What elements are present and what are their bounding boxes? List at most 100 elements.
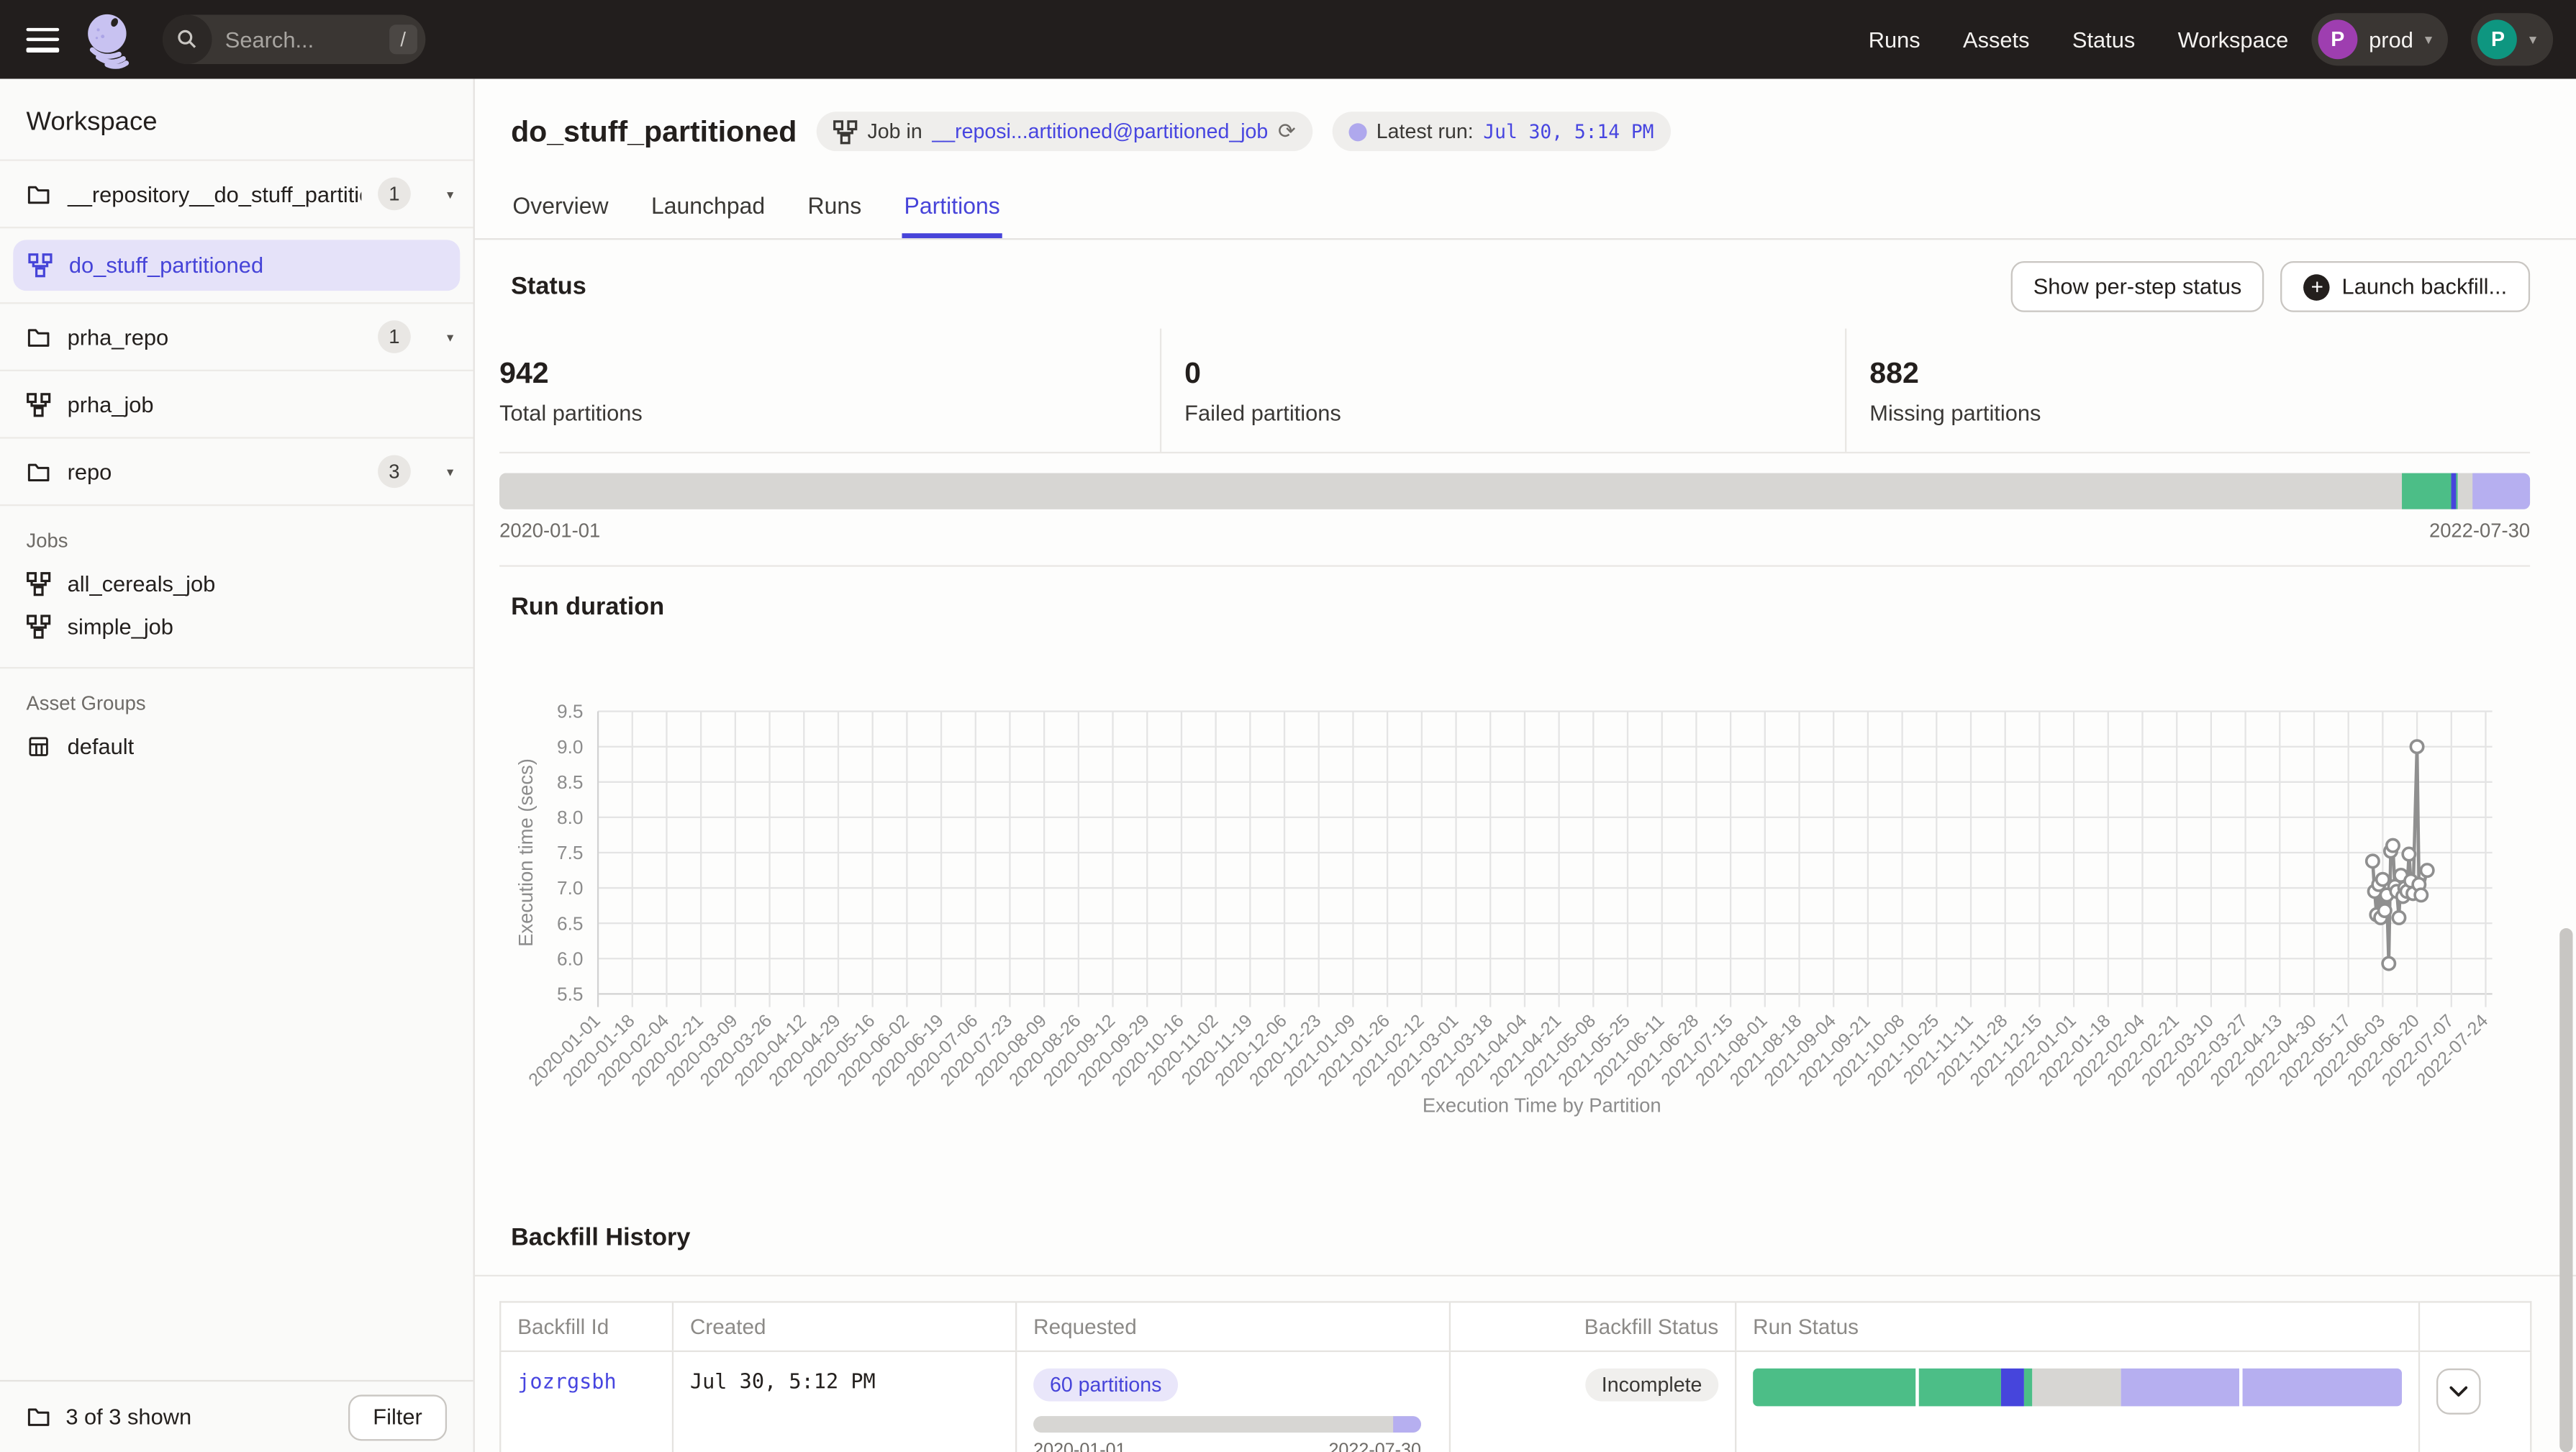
job-path-link[interactable]: __reposi...artitioned@partitioned_job: [932, 120, 1268, 143]
item-count-badge: 1: [378, 178, 411, 211]
folder-icon: [27, 325, 51, 349]
partition-bar-wrap: 2020-01-01 2022-07-30: [499, 453, 2530, 567]
chevron-down-icon: ▾: [2425, 30, 2432, 48]
nav-link-workspace[interactable]: Workspace: [2178, 27, 2289, 52]
backfill-table: Backfill IdCreatedRequestedBackfill Stat…: [499, 1301, 2531, 1452]
sidebar-item-simple-job[interactable]: simple_job: [0, 604, 473, 647]
sidebar-item-all-cereals-job[interactable]: all_cereals_job: [0, 562, 473, 604]
nav-link-runs[interactable]: Runs: [1869, 27, 1920, 52]
row-expand-button[interactable]: [2436, 1369, 2481, 1415]
stat-label: Missing partitions: [1869, 401, 2530, 425]
repo-count-text: 3 of 3 shown: [65, 1405, 191, 1429]
segment-missing: [499, 473, 2401, 509]
segment-missing: [2032, 1369, 2121, 1407]
nav-link-assets[interactable]: Assets: [1963, 27, 2030, 52]
sidebar-item-prha-job[interactable]: prha_job: [0, 371, 473, 439]
column-header-run-status: Run Status: [1736, 1302, 2419, 1351]
sidebar-item-label: do_stuff_partitioned: [69, 253, 263, 278]
item-count-badge: 1: [378, 320, 411, 353]
chevron-down-icon[interactable]: ▾: [447, 330, 453, 345]
table-row: jozrgsbhJul 30, 5:12 PM60 partitions2020…: [500, 1351, 2531, 1452]
filter-button[interactable]: Filter: [348, 1394, 447, 1440]
sidebar-footer: 3 of 3 shown Filter: [0, 1380, 473, 1452]
segment-success: [1753, 1369, 1916, 1407]
sidebar-item-label: default: [68, 733, 135, 758]
sidebar-item-do-stuff-partitioned[interactable]: do_stuff_partitioned: [13, 240, 460, 291]
stat-label: Total partitions: [499, 401, 1160, 425]
latest-run-link[interactable]: Jul 30, 5:14 PM: [1483, 120, 1654, 143]
run-status-bar: [1753, 1369, 2402, 1407]
stat-value: 0: [1184, 356, 1845, 391]
show-per-step-status-button[interactable]: Show per-step status: [2010, 261, 2265, 312]
svg-text:7.5: 7.5: [557, 842, 584, 863]
segment-missing: [2459, 473, 2473, 509]
segment-in_progress: [2121, 1369, 2239, 1407]
svg-text:6.5: 6.5: [557, 912, 584, 934]
backfill-id-link[interactable]: jozrgsbh: [517, 1369, 616, 1393]
column-header-requested: Requested: [1016, 1302, 1450, 1351]
job-icon: [833, 119, 858, 144]
item-count-badge: 3: [378, 455, 411, 488]
launch-backfill-button[interactable]: + Launch backfill...: [2281, 261, 2530, 312]
sidebar-item-repo[interactable]: repo3▾: [0, 439, 473, 507]
segment-success: [2401, 473, 2452, 509]
column-header-backfill-status: Backfill Status: [1450, 1302, 1736, 1351]
segment-success: [2023, 1369, 2033, 1407]
refresh-icon[interactable]: ⟳: [1278, 118, 1296, 145]
svg-text:8.0: 8.0: [557, 807, 584, 828]
tab-launchpad[interactable]: Launchpad: [650, 174, 767, 238]
stat-missing-partitions: 882Missing partitions: [1845, 329, 2530, 452]
job-icon: [27, 571, 51, 595]
sidebar-item-repository-do-stuff-partitio[interactable]: __repository__do_stuff_partitio... 1 ▾: [0, 161, 473, 229]
stat-value: 942: [499, 356, 1160, 391]
svg-text:6.0: 6.0: [557, 948, 584, 969]
svg-text:Execution Time by Partition: Execution Time by Partition: [1423, 1094, 1661, 1117]
sidebar-group-title: Jobs: [0, 506, 473, 562]
chevron-down-icon[interactable]: ▾: [447, 464, 453, 479]
run-duration-chart: 9.59.08.58.07.57.06.56.05.52020-01-01202…: [499, 684, 2530, 1165]
requested-count-badge[interactable]: 60 partitions: [1033, 1369, 1178, 1402]
user-menu[interactable]: P ▾: [2472, 13, 2553, 65]
deployment-label: prod: [2369, 27, 2413, 52]
scrollbar-thumb[interactable]: [2559, 928, 2572, 1452]
sidebar-item-label: __repository__do_stuff_partitio...: [68, 181, 362, 206]
top-nav: Search... / Runs Assets Status Workspace P …: [0, 0, 2576, 79]
page-header: do_stuff_partitioned Job in __reposi...a…: [475, 79, 2576, 174]
tab-partitions[interactable]: Partitions: [902, 174, 1002, 238]
sidebar-item-prha-repo[interactable]: prha_repo 1 ▾: [0, 304, 473, 371]
sidebar-item-label: prha_repo: [68, 325, 169, 349]
folder-icon: [27, 181, 51, 206]
cell-backfill-status: Incomplete: [1450, 1351, 1736, 1452]
requested-range-end: 2022-07-30: [1328, 1440, 1421, 1452]
segment-in_progress: [1394, 1416, 1421, 1433]
chevron-down-icon[interactable]: ▾: [447, 186, 453, 201]
backfill-history-heading: Backfill History: [511, 1224, 2530, 1252]
tab-overview[interactable]: Overview: [511, 174, 610, 238]
partition-range-end: 2022-07-30: [2429, 519, 2530, 542]
execution-time-chart: 9.59.08.58.07.57.06.56.05.52020-01-01202…: [499, 684, 2530, 1160]
table-header-row: Backfill IdCreatedRequestedBackfill Stat…: [500, 1302, 2531, 1351]
status-heading: Status: [511, 273, 586, 301]
user-avatar: P: [2478, 19, 2518, 59]
cell-created: Jul 30, 5:12 PM: [673, 1351, 1016, 1452]
stat-failed-partitions: 0 Failed partitions: [1160, 329, 1845, 452]
segment-missing: [1033, 1416, 1394, 1433]
segment-queued: [2001, 1369, 2023, 1407]
sidebar-item-default[interactable]: default: [0, 725, 473, 767]
job-badge-prefix: Job in: [868, 120, 922, 143]
tab-runs[interactable]: Runs: [806, 174, 863, 238]
workspace-title: Workspace: [0, 79, 473, 160]
nav-link-status[interactable]: Status: [2072, 27, 2135, 52]
search-input[interactable]: Search... /: [163, 15, 425, 64]
section-divider: [475, 1275, 2576, 1276]
cell-run-status: [1736, 1351, 2419, 1452]
asset-group-icon: [27, 733, 51, 758]
cell-backfill-id: jozrgsbh: [500, 1351, 673, 1452]
deployment-switcher[interactable]: P prod ▾: [2311, 13, 2449, 65]
partition-status-bar[interactable]: [499, 473, 2530, 509]
menu-icon[interactable]: [27, 27, 60, 52]
stat-label: Failed partitions: [1184, 401, 1845, 425]
folder-icon: [27, 459, 51, 484]
job-icon: [27, 614, 51, 638]
dagster-logo-icon[interactable]: [81, 10, 140, 69]
